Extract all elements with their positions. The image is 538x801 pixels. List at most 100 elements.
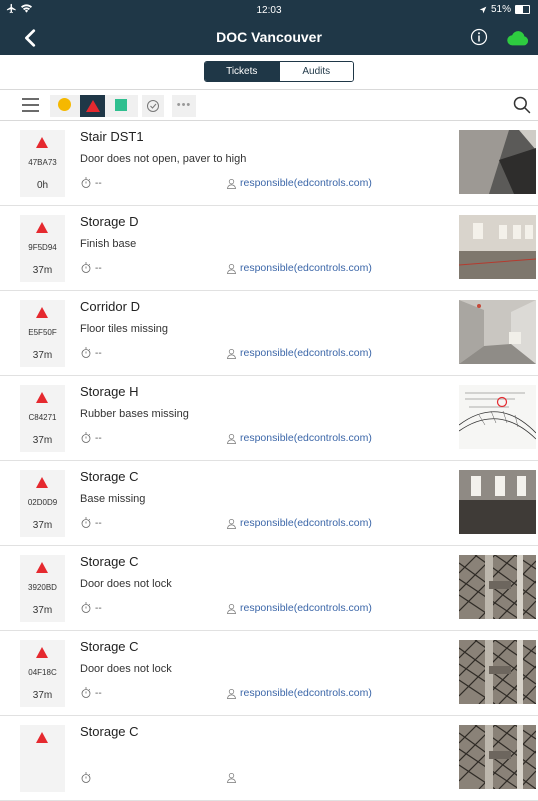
navigation-bar: DOC Vancouver	[0, 20, 538, 55]
responsible-email: responsible(edcontrols.com)	[240, 687, 372, 699]
ticket-responsible: responsible(edcontrols.com)	[226, 347, 372, 359]
ticket-status-badge	[20, 725, 65, 792]
ticket-photo-thumbnail[interactable]	[459, 555, 536, 619]
warning-triangle-icon	[36, 392, 48, 403]
person-icon	[226, 263, 237, 274]
ticket-row[interactable]: 02D0D9 37m Storage C Base missing -- res…	[0, 461, 538, 546]
ticket-photo-thumbnail[interactable]	[459, 385, 536, 449]
ticket-status-badge: 3920BD 37m	[20, 555, 65, 622]
person-icon	[226, 603, 237, 614]
person-icon	[226, 348, 237, 359]
stopwatch-icon	[81, 432, 91, 443]
ticket-photo-thumbnail[interactable]	[459, 300, 536, 364]
ticket-photo-thumbnail[interactable]	[459, 640, 536, 704]
completed-filter-button[interactable]	[142, 95, 164, 117]
clock: 12:03	[256, 5, 282, 16]
ticket-title: Stair DST1	[80, 129, 144, 144]
ticket-responsible: responsible(edcontrols.com)	[226, 517, 372, 529]
stopwatch-icon	[81, 517, 91, 528]
ticket-age: 37m	[32, 605, 53, 616]
ticket-age: 37m	[32, 265, 53, 276]
ticket-row[interactable]: 47BA73 0h Stair DST1 Door does not open,…	[0, 121, 538, 206]
stopwatch-icon	[81, 602, 91, 613]
ticket-title: Corridor D	[80, 299, 140, 314]
ticket-timer-value: --	[95, 262, 102, 274]
ticket-age: 0h	[36, 180, 49, 191]
ticket-timer: --	[80, 177, 102, 189]
stopwatch-icon	[81, 772, 91, 783]
ticket-photo-thumbnail[interactable]	[459, 130, 536, 194]
ticket-timer-value: --	[95, 687, 102, 699]
responsible-email: responsible(edcontrols.com)	[240, 602, 372, 614]
person-icon	[226, 433, 237, 444]
ticket-row[interactable]: 9F5D94 37m Storage D Finish base -- resp…	[0, 206, 538, 291]
warning-triangle-icon	[36, 562, 48, 573]
responsible-email: responsible(edcontrols.com)	[240, 432, 372, 444]
ticket-description: Base missing	[80, 493, 146, 505]
ticket-timer: --	[80, 602, 102, 614]
ticket-status-badge: 02D0D9 37m	[20, 470, 65, 537]
stopwatch-icon	[81, 262, 91, 273]
ticket-photo-thumbnail[interactable]	[459, 215, 536, 279]
ticket-description: Door does not lock	[80, 663, 172, 675]
status-bar: 12:03 51%	[0, 0, 538, 20]
ticket-description: Rubber bases missing	[80, 408, 189, 420]
ticket-title: Storage C	[80, 554, 139, 569]
ticket-timer-value: --	[95, 602, 102, 614]
ticket-age: 37m	[32, 520, 53, 531]
ticket-status-badge: 04F18C 37m	[20, 640, 65, 707]
person-icon	[226, 518, 237, 529]
ticket-photo-thumbnail[interactable]	[459, 470, 536, 534]
stopwatch-icon	[81, 347, 91, 358]
tickets-audits-switch: Tickets Audits	[204, 61, 354, 82]
ticket-row[interactable]: C84271 37m Storage H Rubber bases missin…	[0, 376, 538, 461]
responsible-email: responsible(edcontrols.com)	[240, 177, 372, 189]
cloud-sync-icon[interactable]	[507, 30, 529, 46]
ticket-responsible: responsible(edcontrols.com)	[226, 432, 372, 444]
ticket-age: 37m	[32, 690, 53, 701]
ticket-row[interactable]: 3920BD 37m Storage C Door does not lock …	[0, 546, 538, 631]
status-open-filter-icon[interactable]	[58, 98, 71, 111]
warning-triangle-icon	[36, 137, 48, 148]
ticket-code: 02D0D9	[27, 498, 58, 507]
ticket-photo-thumbnail[interactable]	[459, 725, 536, 789]
search-icon[interactable]	[512, 95, 532, 115]
info-icon[interactable]	[470, 28, 488, 46]
battery-percent: 51%	[490, 4, 511, 15]
page-title: DOC Vancouver	[216, 29, 322, 45]
ticket-timer-value: --	[95, 177, 102, 189]
responsible-email: responsible(edcontrols.com)	[240, 262, 372, 274]
status-urgent-filter-button[interactable]	[80, 95, 105, 117]
ticket-row[interactable]: 04F18C 37m Storage C Door does not lock …	[0, 631, 538, 716]
ticket-timer-value: --	[95, 347, 102, 359]
ticket-code: 9F5D94	[28, 243, 57, 252]
status-done-filter-icon[interactable]	[115, 99, 127, 111]
ticket-timer: --	[80, 262, 102, 274]
ticket-status-badge: C84271 37m	[20, 385, 65, 452]
ticket-responsible: responsible(edcontrols.com)	[226, 177, 372, 189]
location-arrow-icon	[479, 6, 487, 13]
warning-triangle-icon	[36, 647, 48, 658]
ticket-row[interactable]: Storage C	[0, 716, 538, 801]
tab-audits[interactable]: Audits	[278, 62, 353, 81]
warning-triangle-icon	[36, 307, 48, 318]
battery-icon	[515, 5, 530, 14]
ticket-code: C84271	[28, 413, 57, 422]
filter-toolbar: •••	[0, 90, 538, 121]
ticket-title: Storage H	[80, 384, 139, 399]
person-icon	[226, 688, 237, 699]
tab-tickets[interactable]: Tickets	[205, 62, 279, 81]
ticket-title: Storage C	[80, 639, 139, 654]
warning-triangle-icon	[36, 732, 48, 743]
menu-icon[interactable]	[22, 98, 39, 112]
ticket-responsible: responsible(edcontrols.com)	[226, 687, 372, 699]
ticket-status-badge: E5F50F 37m	[20, 300, 65, 367]
responsible-email: responsible(edcontrols.com)	[240, 347, 372, 359]
more-filters-button[interactable]: •••	[172, 95, 196, 117]
ticket-responsible: responsible(edcontrols.com)	[226, 262, 372, 274]
warning-triangle-icon	[36, 477, 48, 488]
check-circle-icon	[147, 100, 159, 112]
ticket-row[interactable]: E5F50F 37m Corridor D Floor tiles missin…	[0, 291, 538, 376]
ticket-description: Door does not lock	[80, 578, 172, 590]
ticket-responsible: responsible(edcontrols.com)	[226, 602, 372, 614]
